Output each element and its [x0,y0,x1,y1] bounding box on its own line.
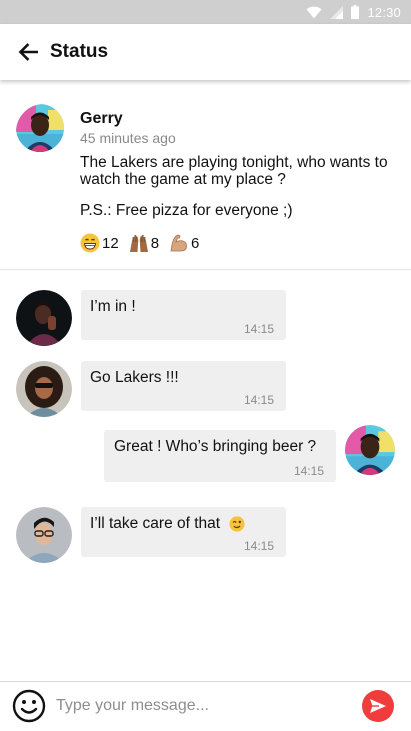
avatar[interactable] [16,507,72,563]
arrow-back-icon [18,43,38,61]
message-time: 14:15 [293,464,324,478]
post-text: The Lakers are playing tonight, who want… [80,154,388,188]
message-bubble[interactable]: I’ll take care of that 14:15 [81,507,286,557]
message-bubble[interactable]: Go Lakers !!! 14:15 [81,361,286,411]
app-bar: Status [0,24,411,80]
reaction-count: 8 [150,234,160,252]
message-input[interactable] [56,693,346,719]
message-text: I’m in ! [90,298,136,315]
raised-hands-icon [129,234,148,252]
author-avatar[interactable] [16,104,72,160]
post-time: 45 minutes ago [80,130,176,146]
own-message-bubble[interactable]: Great ! Who’s bringing beer ? 14:15 [104,430,336,482]
reaction-flexed-biceps[interactable]: 6 [169,233,199,253]
reaction-count: 12 [102,234,119,252]
smiley-icon [12,689,46,723]
message-time: 14:15 [243,539,274,553]
reaction-grinning[interactable]: 12 [80,233,119,253]
signal-icon [330,5,344,19]
back-button[interactable] [0,24,56,80]
emoji-button[interactable] [12,689,46,723]
message-time: 14:15 [243,322,274,336]
message-text: Great ! Who’s bringing beer ? [114,438,317,455]
message-text: Go Lakers !!! [90,369,179,386]
send-button[interactable] [362,690,394,722]
reactions-bar: 12 8 6 [80,233,199,253]
wifi-icon [306,6,322,18]
flexed-biceps-icon [170,234,187,252]
status-bar: 12:30 [0,0,411,24]
message-bubble[interactable]: I’m in ! 14:15 [81,290,286,340]
status-icons: 12:30 [306,4,401,20]
post-author[interactable]: Gerry [80,110,123,128]
post-ps-text: P.S.: Free pizza for everyone ;) [80,202,293,219]
message-composer [0,681,411,731]
status-time: 12:30 [367,4,401,20]
message-time: 14:15 [243,393,274,407]
reaction-count: 6 [191,234,200,252]
battery-icon [351,5,360,19]
message-text: I’ll take care of that [90,515,221,532]
avatar[interactable] [16,290,72,346]
status-post: Gerry 45 minutes ago The Lakers are play… [0,80,411,270]
send-icon [370,699,386,713]
grinning-face-icon [80,233,100,253]
avatar[interactable] [16,361,72,417]
reaction-raised-hands[interactable]: 8 [129,233,159,253]
page-title: Status [50,41,109,62]
own-avatar[interactable] [345,425,395,475]
winking-face-icon [229,516,245,532]
